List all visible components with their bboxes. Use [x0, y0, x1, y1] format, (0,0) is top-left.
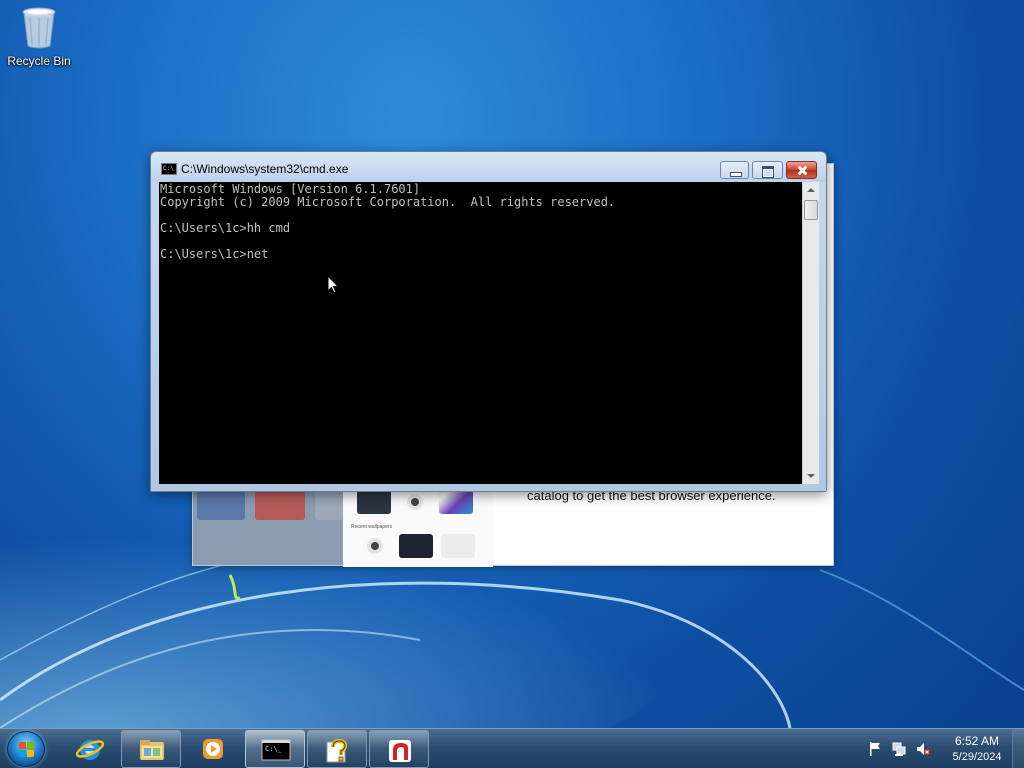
desktop-icon-label: Recycle Bin	[7, 54, 71, 68]
wallpaper-thumbnail[interactable]	[357, 490, 391, 514]
svg-text:C:\_: C:\_	[265, 745, 283, 753]
taskbar-red-app[interactable]	[369, 730, 429, 768]
recent-wallpapers-label: Recent wallpapers	[351, 524, 393, 530]
desktop-icon-recycle-bin[interactable]: Recycle Bin	[4, 6, 74, 68]
clock-time: 6:52 AM	[954, 734, 1000, 748]
shortcut-tile	[255, 490, 305, 520]
media-player-icon	[203, 739, 223, 759]
cmd-window-title: C:\Windows\system32\cmd.exe	[181, 162, 349, 176]
clock-date: 5/29/2024	[952, 751, 1002, 763]
scroll-up-icon[interactable]	[807, 188, 815, 192]
help-icon	[326, 738, 348, 763]
console-line: Copyright (c) 2009 Microsoft Corporation…	[160, 195, 616, 209]
recycle-bin-icon	[21, 6, 57, 50]
wallpaper-selected-icon	[407, 494, 423, 510]
wallpaper-thumbnail[interactable]	[441, 534, 475, 558]
shortcut-tile	[197, 490, 245, 520]
minimize-button[interactable]	[720, 161, 749, 179]
taskbar-media-player[interactable]	[183, 730, 243, 768]
maximize-button[interactable]	[752, 161, 783, 179]
taskbar-clock[interactable]: 6:52 AM 5/29/2024	[942, 733, 1012, 765]
taskbar-command-prompt[interactable]: C:\_	[245, 730, 305, 768]
show-desktop-button[interactable]	[1012, 729, 1024, 768]
taskbar-help[interactable]	[307, 730, 367, 768]
system-tray: 6:52 AM 5/29/2024	[866, 729, 1024, 768]
folder-icon	[140, 740, 164, 760]
wallpaper-thumbnail[interactable]	[399, 534, 433, 558]
cmd-app-icon[interactable]: C:\	[161, 163, 177, 175]
windows-logo-icon	[19, 742, 35, 758]
taskbar-internet-explorer[interactable]	[60, 730, 120, 768]
shortcut-tile	[315, 490, 343, 520]
start-button[interactable]	[7, 731, 45, 767]
network-icon[interactable]	[892, 741, 906, 757]
console-line	[159, 208, 802, 221]
wallpaper-selected-icon	[367, 538, 383, 554]
red-app-icon	[389, 740, 411, 762]
taskbar: C:\_ 6:52 AM 5/29/2024	[0, 728, 1024, 768]
console-line: C:\Users\1c>hh cmd	[160, 221, 291, 235]
console-line: Microsoft Windows [Version 6.1.7601]	[160, 182, 421, 196]
action-center-flag-icon[interactable]	[868, 741, 882, 757]
cmd-title-bar[interactable]: C:\ C:\Windows\system32\cmd.exe	[151, 152, 826, 182]
console-output[interactable]: Microsoft Windows [Version 6.1.7601] Cop…	[159, 182, 802, 484]
close-button[interactable]	[786, 161, 817, 179]
cmd-window[interactable]: C:\ C:\Windows\system32\cmd.exe Microsof…	[150, 151, 827, 492]
console-line	[159, 234, 802, 247]
scroll-down-icon[interactable]	[807, 474, 815, 478]
scroll-thumb[interactable]	[804, 200, 818, 220]
volume-muted-icon[interactable]	[916, 741, 930, 757]
console-scrollbar[interactable]	[802, 182, 819, 484]
taskbar-windows-explorer[interactable]	[121, 730, 181, 768]
internet-explorer-icon	[75, 740, 105, 760]
wallpaper-thumbnail[interactable]	[439, 490, 473, 514]
console-command-line[interactable]: C:\Users\1c>net	[159, 247, 802, 260]
mouse-pointer-icon	[327, 275, 339, 294]
cmd-icon: C:\_	[261, 739, 291, 761]
wallpaper-picker: Recent wallpapers	[343, 482, 493, 567]
